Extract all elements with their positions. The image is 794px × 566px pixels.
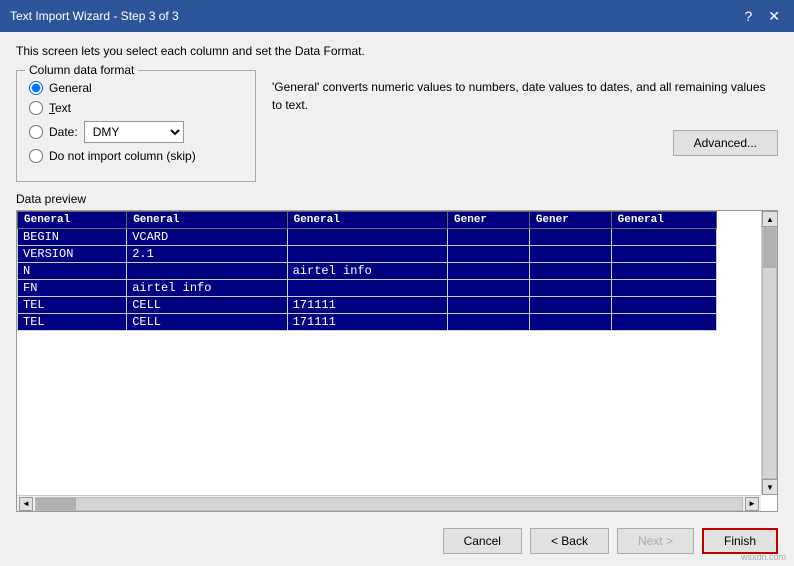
table-cell [611, 246, 716, 263]
preview-col-header: General [127, 212, 287, 229]
table-cell [448, 263, 530, 280]
advanced-button[interactable]: Advanced... [673, 130, 778, 156]
preview-table-wrapper[interactable]: GeneralGeneralGeneralGenerGenerGeneral B… [17, 211, 761, 495]
table-row: TELCELL171111 [18, 314, 717, 331]
table-cell [448, 297, 530, 314]
label-general[interactable]: General [49, 81, 92, 95]
preview-col-header: General [18, 212, 127, 229]
preview-col-header: General [287, 212, 447, 229]
table-cell: TEL [18, 314, 127, 331]
table-cell [448, 280, 530, 297]
table-cell [448, 314, 530, 331]
cancel-button[interactable]: Cancel [443, 528, 522, 554]
table-cell [127, 263, 287, 280]
table-cell [529, 263, 611, 280]
h-scroll-thumb [36, 498, 76, 510]
preview-table: GeneralGeneralGeneralGenerGenerGeneral B… [17, 211, 717, 331]
scroll-left-arrow[interactable]: ◄ [19, 497, 33, 511]
table-row: FNairtel info [18, 280, 717, 297]
content-area: Column data format General Text Date: DM… [16, 70, 778, 182]
preview-col-header: Gener [529, 212, 611, 229]
radio-text[interactable] [29, 101, 43, 115]
vertical-scrollbar[interactable]: ▲ ▼ [761, 211, 777, 495]
table-cell [529, 280, 611, 297]
label-date[interactable]: Date: [49, 125, 78, 139]
table-cell: N [18, 263, 127, 280]
radio-date[interactable] [29, 125, 43, 139]
back-button[interactable]: < Back [530, 528, 609, 554]
radio-row-text: Text [29, 101, 243, 115]
radio-row-skip: Do not import column (skip) [29, 149, 243, 163]
table-cell: CELL [127, 297, 287, 314]
table-cell: FN [18, 280, 127, 297]
table-cell: 171111 [287, 314, 447, 331]
table-row: Nairtel info [18, 263, 717, 280]
preview-col-header: General [611, 212, 716, 229]
table-cell [611, 314, 716, 331]
table-cell: CELL [127, 314, 287, 331]
table-cell [611, 280, 716, 297]
h-scroll-track[interactable] [35, 497, 743, 511]
intro-text: This screen lets you select each column … [16, 44, 778, 58]
table-cell [529, 246, 611, 263]
scroll-right-arrow[interactable]: ► [745, 497, 759, 511]
table-cell: 2.1 [127, 246, 287, 263]
table-row: TELCELL171111 [18, 297, 717, 314]
radio-row-general: General [29, 81, 243, 95]
description-text: 'General' converts numeric values to num… [272, 78, 778, 114]
preview-body: BEGINVCARDVERSION2.1Nairtel infoFNairtel… [18, 229, 717, 331]
preview-header-row: GeneralGeneralGeneralGenerGenerGeneral [18, 212, 717, 229]
preview-section: Data preview GeneralGeneralGeneralGenerG… [16, 192, 778, 512]
horizontal-scrollbar[interactable]: ◄ ► [17, 495, 761, 511]
left-panel: Column data format General Text Date: DM… [16, 70, 256, 182]
v-scroll-track[interactable] [762, 227, 777, 479]
table-cell [529, 229, 611, 246]
scroll-down-arrow[interactable]: ▼ [762, 479, 778, 495]
table-cell [611, 229, 716, 246]
table-cell: BEGIN [18, 229, 127, 246]
finish-button[interactable]: Finish [702, 528, 778, 554]
table-cell [529, 297, 611, 314]
close-button[interactable]: ✕ [764, 9, 784, 23]
radio-general[interactable] [29, 81, 43, 95]
table-cell: 171111 [287, 297, 447, 314]
table-cell: airtel info [127, 280, 287, 297]
date-format-select[interactable]: DMY MDY YMD YDM MYD DYM [84, 121, 184, 143]
right-panel: 'General' converts numeric values to num… [272, 70, 778, 182]
scroll-up-arrow[interactable]: ▲ [762, 211, 778, 227]
group-legend: Column data format [25, 63, 138, 77]
table-cell [287, 280, 447, 297]
radio-skip[interactable] [29, 149, 43, 163]
table-cell [529, 314, 611, 331]
button-row: Cancel < Back Next > Finish [16, 520, 778, 554]
preview-label: Data preview [16, 192, 778, 206]
title-bar: Text Import Wizard - Step 3 of 3 ? ✕ [0, 0, 794, 32]
table-cell: TEL [18, 297, 127, 314]
preview-col-header: Gener [448, 212, 530, 229]
watermark: wsxdn.com [741, 552, 786, 562]
table-cell [287, 229, 447, 246]
next-button[interactable]: Next > [617, 528, 694, 554]
table-cell [287, 246, 447, 263]
preview-border: GeneralGeneralGeneralGenerGenerGeneral B… [16, 210, 778, 512]
table-cell: airtel info [287, 263, 447, 280]
label-skip[interactable]: Do not import column (skip) [49, 149, 196, 163]
table-row: BEGINVCARD [18, 229, 717, 246]
table-cell [611, 263, 716, 280]
dialog-title: Text Import Wizard - Step 3 of 3 [10, 9, 179, 23]
v-scroll-thumb [763, 228, 776, 268]
table-cell [448, 246, 530, 263]
table-cell: VERSION [18, 246, 127, 263]
title-bar-controls: ? ✕ [740, 9, 784, 23]
label-text[interactable]: Text [49, 101, 71, 115]
help-button[interactable]: ? [740, 9, 756, 23]
table-cell: VCARD [127, 229, 287, 246]
table-cell [448, 229, 530, 246]
dialog-body: This screen lets you select each column … [0, 32, 794, 566]
column-data-format-group: Column data format General Text Date: DM… [16, 70, 256, 182]
table-cell [611, 297, 716, 314]
table-row: VERSION2.1 [18, 246, 717, 263]
radio-row-date: Date: DMY MDY YMD YDM MYD DYM [29, 121, 243, 143]
